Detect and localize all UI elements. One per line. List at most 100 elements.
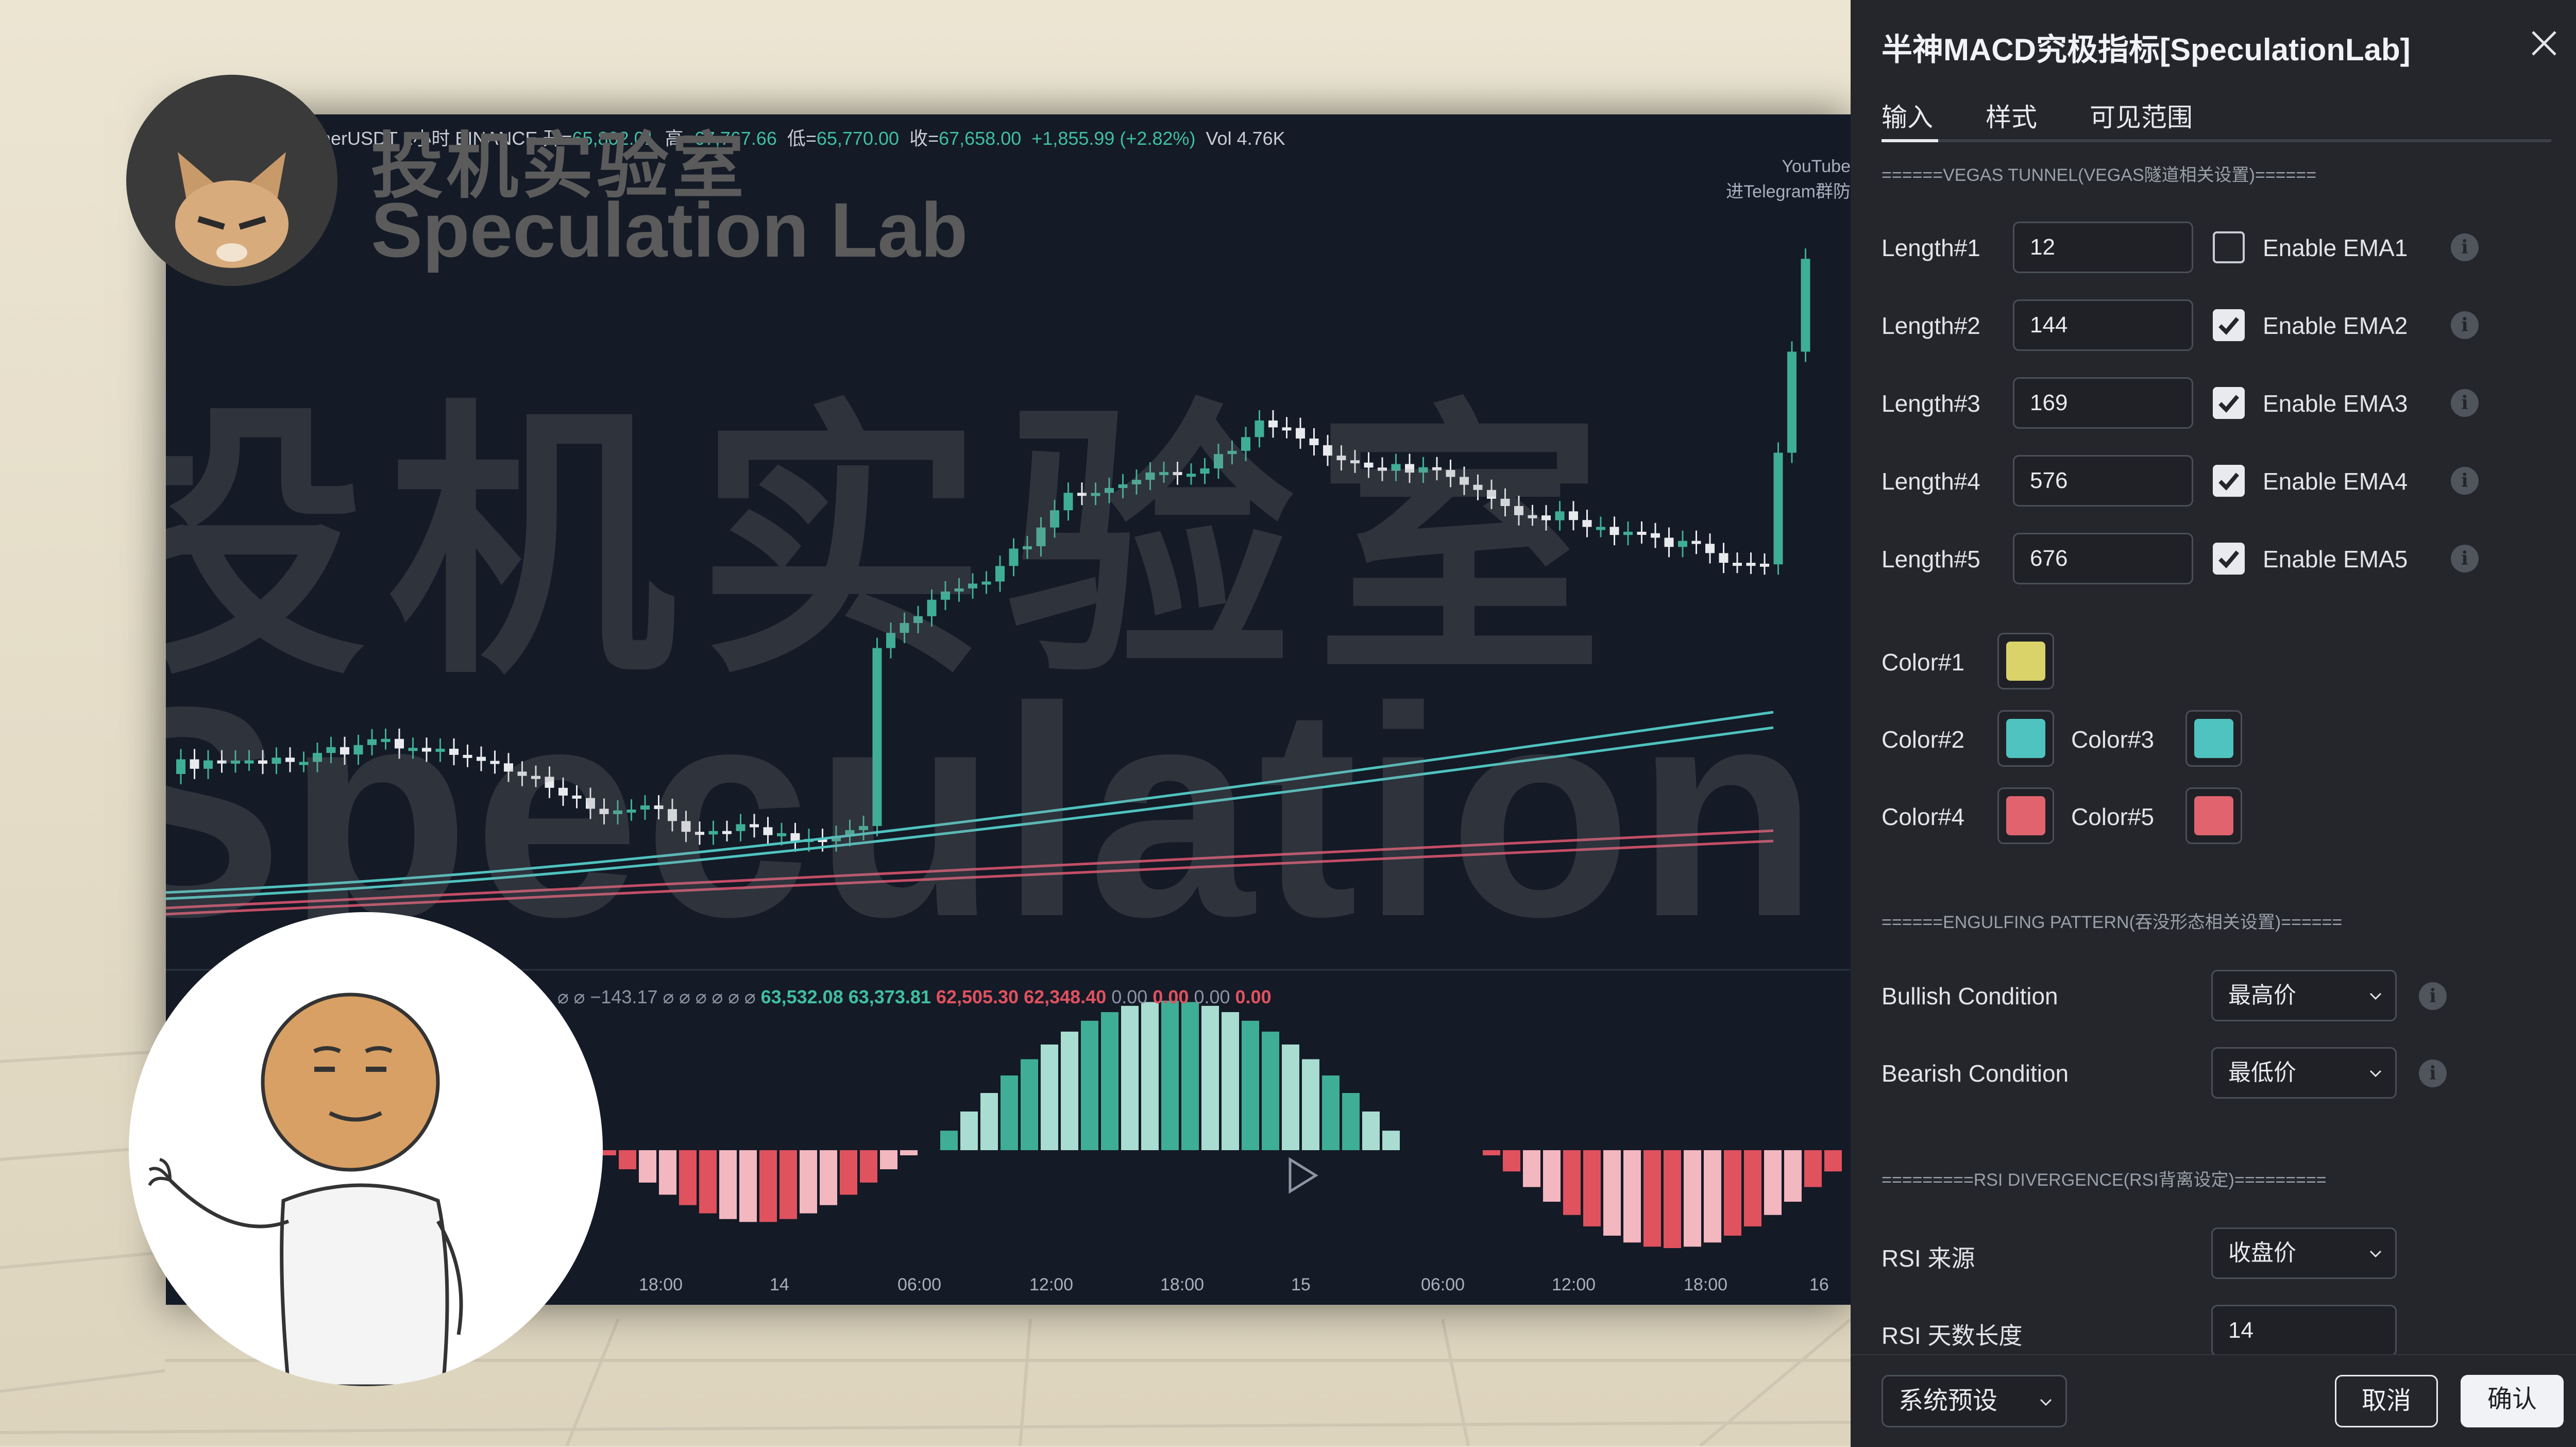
info-icon[interactable]: i (2451, 311, 2479, 339)
enable-ema3-checkbox[interactable] (2213, 387, 2245, 419)
info-icon[interactable]: i (2451, 233, 2479, 261)
rsi-length-label: RSI 天数长度 (1882, 1322, 2023, 1349)
candle-body (1678, 541, 1687, 547)
close-icon[interactable] (2529, 28, 2560, 59)
time-axis-label: 15 (1291, 1275, 1311, 1294)
macd-histogram-bar (1684, 1150, 1701, 1247)
macd-histogram-bar (1141, 1002, 1159, 1150)
candle-body (1760, 563, 1769, 567)
chevron-down-icon (2369, 992, 2382, 1000)
macd-histogram-bar (1643, 1150, 1661, 1247)
enable-ema4-checkbox[interactable] (2213, 465, 2245, 497)
macd-value-1: 63,532.08 (760, 986, 843, 1007)
macd-histogram-bar (1061, 1031, 1078, 1150)
macd-histogram-bar (739, 1150, 757, 1222)
info-icon[interactable]: i (2419, 982, 2447, 1010)
fox-icon (175, 152, 289, 268)
tab-inputs[interactable]: 输入 (1882, 97, 1933, 134)
enable-ema2-checkbox[interactable] (2213, 309, 2245, 341)
tab-divider (1882, 139, 2551, 142)
macd-value-2: 63,373.81 (848, 986, 931, 1007)
info-icon[interactable]: i (2451, 467, 2479, 495)
bullish-condition-select[interactable]: 最高价 (2211, 970, 2397, 1021)
checkmark-icon (2218, 550, 2240, 568)
macd-histogram-bar (619, 1150, 636, 1170)
bearish-condition-select[interactable]: 最低价 (2211, 1047, 2397, 1099)
tab-visibility[interactable]: 可见范围 (2090, 97, 2193, 134)
macd-histogram-bar (980, 1093, 998, 1150)
macd-histogram-bar (1021, 1059, 1038, 1150)
enable-ema3-label: Enable EMA3 (2263, 390, 2408, 417)
macd-histogram-bar (1121, 1005, 1139, 1150)
panel-footer: 系统预设 取消 确认 (1851, 1354, 2576, 1447)
checkmark-icon (2218, 317, 2240, 335)
rsi-length-input[interactable]: 14 (2211, 1305, 2397, 1356)
rsi-source-value: 收盘价 (2228, 1240, 2296, 1266)
color5-label: Color#5 (2071, 803, 2155, 830)
preset-select[interactable]: 系统预设 (1882, 1375, 2067, 1427)
macd-histogram-bar (1302, 1059, 1319, 1150)
macd-histogram-bar (1101, 1012, 1118, 1150)
length5-input[interactable]: 676 (2013, 533, 2193, 584)
tab-style[interactable]: 样式 (1986, 97, 2037, 134)
length4-input[interactable]: 576 (2013, 455, 2193, 507)
macd-value-8: 0.00 (1235, 986, 1272, 1007)
color1-swatch[interactable] (1997, 633, 2054, 689)
macd-histogram-bar (880, 1150, 897, 1170)
change-value: +1,855.99 (+2.82%) (1031, 128, 1196, 149)
macd-histogram-bar (1563, 1150, 1581, 1215)
time-axis-label: 18:00 (1684, 1275, 1728, 1294)
length1-input[interactable]: 12 (2013, 222, 2193, 273)
bullish-condition-label: Bullish Condition (1882, 983, 2058, 1009)
color2-label: Color#2 (1882, 726, 1965, 753)
macd-histogram-bar (699, 1150, 717, 1214)
time-axis-label: 12:00 (1029, 1275, 1074, 1294)
macd-histogram-bar (1161, 1001, 1179, 1150)
time-axis-label: 06:00 (1421, 1275, 1465, 1294)
enable-ema5-label: Enable EMA5 (2263, 546, 2408, 573)
macd-histogram-bar (1282, 1044, 1299, 1150)
time-axis-label: 18:00 (639, 1275, 683, 1294)
enable-ema1-checkbox[interactable] (2213, 231, 2245, 263)
length5-label: Length#5 (1882, 546, 1980, 573)
macd-value-7: 0.00 (1194, 986, 1230, 1007)
time-axis-label: 14 (770, 1275, 789, 1294)
low-label: 低= (787, 128, 817, 149)
enable-ema5-checkbox[interactable] (2213, 543, 2245, 575)
candle-body (1651, 533, 1660, 538)
candle-body (1787, 351, 1797, 453)
chevron-down-icon (2040, 1399, 2052, 1406)
macd-histogram-bar (1583, 1150, 1601, 1226)
macd-histogram-bar (1543, 1150, 1561, 1202)
color3-swatch[interactable] (2185, 710, 2242, 767)
macd-histogram-bar (1804, 1150, 1822, 1187)
bullish-condition-value: 最高价 (2228, 983, 2296, 1008)
logo-avatar (126, 75, 337, 286)
macd-histogram-bar (860, 1150, 877, 1183)
tab-active-indicator (1882, 139, 1938, 142)
color2-swatch[interactable] (1997, 710, 2054, 767)
macd-histogram-bar (1001, 1075, 1018, 1150)
macd-histogram-bar (820, 1150, 837, 1205)
rsi-source-select[interactable]: 收盘价 (2211, 1227, 2397, 1279)
length3-label: Length#3 (1882, 390, 1980, 417)
confirm-button[interactable]: 确认 (2461, 1375, 2564, 1427)
candle-body (1746, 563, 1756, 566)
info-icon[interactable]: i (2451, 389, 2479, 417)
info-icon[interactable]: i (2419, 1059, 2447, 1087)
section-vegas-tunnel: ======VEGAS TUNNEL(VEGAS隧道相关设置)====== (1882, 165, 2317, 185)
color4-label: Color#4 (1882, 803, 1965, 830)
panel-title: 半神MACD究极指标[SpeculationLab] (1882, 32, 2411, 67)
length3-input[interactable]: 169 (2013, 377, 2193, 429)
macd-histogram-bar (1503, 1150, 1520, 1172)
cancel-button[interactable]: 取消 (2335, 1375, 2438, 1427)
macd-histogram-bar (679, 1150, 697, 1205)
candle-body (1623, 531, 1633, 535)
length2-input[interactable]: 144 (2013, 299, 2193, 351)
color5-swatch[interactable] (2185, 787, 2242, 844)
macd-histogram-bar (1382, 1131, 1400, 1150)
telegram-label: 进Telegram群防 (1726, 182, 1851, 201)
color4-swatch[interactable] (1997, 787, 2054, 844)
info-icon[interactable]: i (2451, 545, 2479, 573)
rsi-source-label: RSI 来源 (1882, 1245, 1975, 1272)
